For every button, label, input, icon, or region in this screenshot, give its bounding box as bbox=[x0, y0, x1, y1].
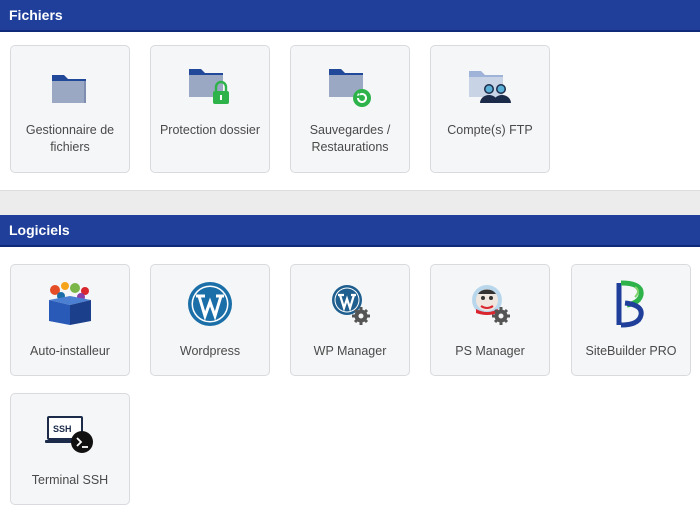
tile-label: Gestionnaire de fichiers bbox=[25, 123, 115, 154]
section-title: Logiciels bbox=[9, 222, 70, 238]
tile-file-manager[interactable]: Gestionnaire de fichiers bbox=[10, 45, 130, 173]
folder-lock-icon bbox=[189, 69, 229, 104]
section-header-logiciels: Logiciels bbox=[0, 215, 700, 247]
folder-icon bbox=[52, 75, 86, 103]
tile-ftp-accounts[interactable]: Compte(s) FTP bbox=[430, 45, 550, 173]
folder-backup-icon bbox=[329, 69, 371, 107]
tile-label: Protection dossier bbox=[159, 123, 261, 137]
section-title: Fichiers bbox=[9, 7, 63, 23]
app-box-icon bbox=[49, 282, 91, 325]
ssh-terminal-icon: SSH bbox=[45, 416, 93, 453]
tile-wp-manager[interactable]: WP Manager bbox=[290, 264, 410, 376]
tile-label: WP Manager bbox=[313, 344, 387, 358]
tile-backups[interactable]: Sauvegardes / Restaurations bbox=[290, 45, 410, 173]
tile-wordpress[interactable]: Wordpress bbox=[150, 264, 270, 376]
wordpress-icon bbox=[188, 282, 232, 326]
tile-label: Auto-installeur bbox=[30, 344, 110, 358]
section-separator bbox=[0, 190, 700, 215]
folder-users-icon bbox=[469, 71, 511, 103]
tile-label: SiteBuilder PRO bbox=[585, 344, 677, 358]
tile-label: Terminal SSH bbox=[31, 473, 109, 487]
tile-sitebuilder-pro[interactable]: SiteBuilder PRO bbox=[571, 264, 691, 376]
tile-auto-installer[interactable]: Auto-installeur bbox=[10, 264, 130, 376]
tile-label: PS Manager bbox=[455, 344, 525, 358]
wordpress-gear-icon bbox=[332, 285, 370, 325]
tile-ps-manager[interactable]: PS Manager bbox=[430, 264, 550, 376]
svg-text:SSH: SSH bbox=[53, 424, 72, 434]
sitebuilder-icon bbox=[616, 280, 644, 328]
tile-label: Sauvegardes / Restaurations bbox=[309, 123, 391, 154]
section-header-fichiers: Fichiers bbox=[0, 0, 700, 32]
prestashop-gear-icon bbox=[472, 285, 510, 325]
tile-terminal-ssh[interactable]: SSH Terminal SSH bbox=[10, 393, 130, 505]
tile-label: Compte(s) FTP bbox=[447, 123, 533, 137]
tile-label: Wordpress bbox=[179, 344, 241, 358]
tile-folder-protection[interactable]: Protection dossier bbox=[150, 45, 270, 173]
